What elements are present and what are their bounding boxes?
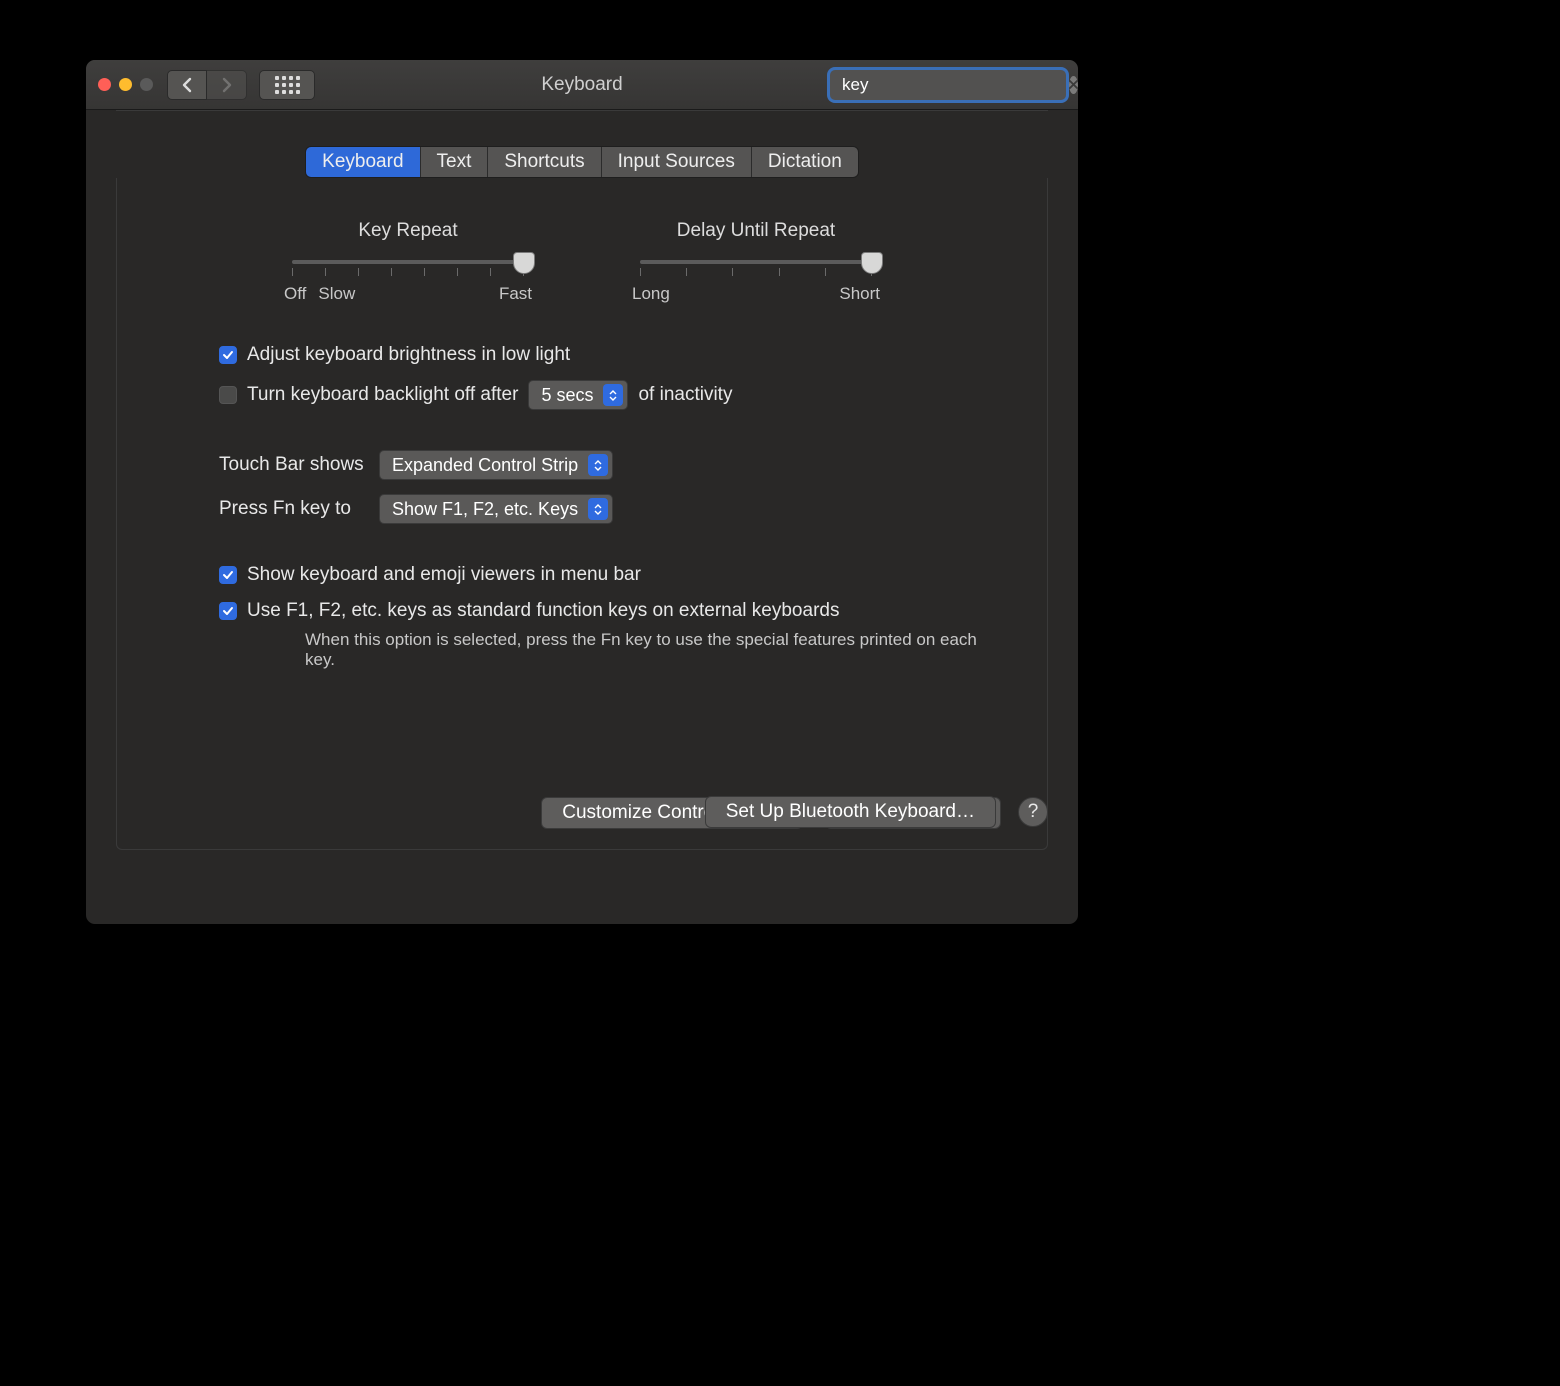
forward-button xyxy=(207,70,247,100)
adjust-brightness-checkbox[interactable] xyxy=(219,346,237,364)
slider-labels: Off Slow Fast xyxy=(284,284,532,304)
grid-icon xyxy=(275,76,300,94)
function-keys-checkbox[interactable] xyxy=(219,602,237,620)
slider-ticks xyxy=(640,268,872,276)
back-button[interactable] xyxy=(167,70,207,100)
label-slow: Slow xyxy=(318,284,355,304)
delay-repeat-slider[interactable] xyxy=(640,260,872,264)
label-short: Short xyxy=(839,284,880,304)
select-arrows-icon xyxy=(603,384,623,406)
titlebar: Keyboard xyxy=(86,60,1078,110)
fn-key-select[interactable]: Show F1, F2, etc. Keys xyxy=(379,494,613,524)
tab-bar: Keyboard Text Shortcuts Input Sources Di… xyxy=(86,146,1078,178)
backlight-off-checkbox[interactable] xyxy=(219,386,237,404)
touch-bar-label: Touch Bar shows xyxy=(219,454,369,476)
function-keys-hint: When this option is selected, press the … xyxy=(305,630,1001,670)
select-value: Show F1, F2, etc. Keys xyxy=(392,499,578,520)
label-off: Off xyxy=(284,284,306,304)
search-input[interactable] xyxy=(842,75,1063,95)
tab-keyboard[interactable]: Keyboard xyxy=(306,147,420,177)
slider-labels: Long Short xyxy=(632,284,880,304)
slider-thumb[interactable] xyxy=(513,252,535,274)
chevron-left-icon xyxy=(181,77,193,93)
zoom-window-button[interactable] xyxy=(140,78,153,91)
backlight-off-label-pre: Turn keyboard backlight off after xyxy=(247,384,518,406)
backlight-off-select[interactable]: 5 secs xyxy=(528,380,628,410)
close-window-button[interactable] xyxy=(98,78,111,91)
touch-bar-select[interactable]: Expanded Control Strip xyxy=(379,450,613,480)
preferences-window: Keyboard Keyboard Text Shortcuts Input S… xyxy=(85,59,1079,925)
slider-thumb[interactable] xyxy=(861,252,883,274)
nav-group xyxy=(167,70,247,100)
key-repeat-title: Key Repeat xyxy=(284,220,532,242)
help-button[interactable]: ? xyxy=(1018,797,1048,827)
fn-key-row: Press Fn key to Show F1, F2, etc. Keys xyxy=(219,494,1001,524)
options: Adjust keyboard brightness in low light … xyxy=(219,344,1001,670)
tab-segment: Keyboard Text Shortcuts Input Sources Di… xyxy=(305,146,859,178)
select-value: Expanded Control Strip xyxy=(392,455,578,476)
emoji-viewer-row: Show keyboard and emoji viewers in menu … xyxy=(219,564,1001,586)
backlight-off-row: Turn keyboard backlight off after 5 secs… xyxy=(219,380,1001,410)
tab-shortcuts[interactable]: Shortcuts xyxy=(488,147,601,177)
adjust-brightness-label: Adjust keyboard brightness in low light xyxy=(247,344,570,366)
fn-key-label: Press Fn key to xyxy=(219,498,369,520)
backlight-off-label-post: of inactivity xyxy=(638,384,732,406)
content: Keyboard Text Shortcuts Input Sources Di… xyxy=(86,110,1078,850)
touch-bar-row: Touch Bar shows Expanded Control Strip xyxy=(219,450,1001,480)
check-icon xyxy=(222,569,234,581)
tab-input-sources[interactable]: Input Sources xyxy=(602,147,752,177)
minimize-window-button[interactable] xyxy=(119,78,132,91)
x-icon xyxy=(1069,80,1078,89)
window-bottom-buttons: Set Up Bluetooth Keyboard… ? xyxy=(705,796,1048,828)
panel: Key Repeat Off Slow Fast xyxy=(116,178,1048,850)
function-keys-label: Use F1, F2, etc. keys as standard functi… xyxy=(247,600,839,622)
emoji-viewer-label: Show keyboard and emoji viewers in menu … xyxy=(247,564,641,586)
function-keys-row: Use F1, F2, etc. keys as standard functi… xyxy=(219,600,1001,622)
delay-repeat-block: Delay Until Repeat Long Short xyxy=(632,220,880,304)
adjust-brightness-row: Adjust keyboard brightness in low light xyxy=(219,344,1001,366)
search-field-wrap[interactable] xyxy=(830,70,1066,100)
select-arrows-icon xyxy=(588,454,608,476)
show-all-button[interactable] xyxy=(259,70,315,100)
check-icon xyxy=(222,605,234,617)
label-fast: Fast xyxy=(499,284,532,304)
tab-dictation[interactable]: Dictation xyxy=(752,147,858,177)
clear-search-button[interactable] xyxy=(1069,76,1078,94)
tab-text[interactable]: Text xyxy=(421,147,489,177)
check-icon xyxy=(222,349,234,361)
delay-repeat-title: Delay Until Repeat xyxy=(632,220,880,242)
emoji-viewer-checkbox[interactable] xyxy=(219,566,237,584)
chevron-right-icon xyxy=(221,77,233,93)
slider-ticks xyxy=(292,268,524,276)
select-arrows-icon xyxy=(588,498,608,520)
key-repeat-slider[interactable] xyxy=(292,260,524,264)
window-controls xyxy=(98,78,153,91)
label-long: Long xyxy=(632,284,670,304)
bluetooth-keyboard-button[interactable]: Set Up Bluetooth Keyboard… xyxy=(705,796,996,828)
sliders-row: Key Repeat Off Slow Fast xyxy=(163,220,1001,304)
select-value: 5 secs xyxy=(541,385,593,406)
key-repeat-block: Key Repeat Off Slow Fast xyxy=(284,220,532,304)
